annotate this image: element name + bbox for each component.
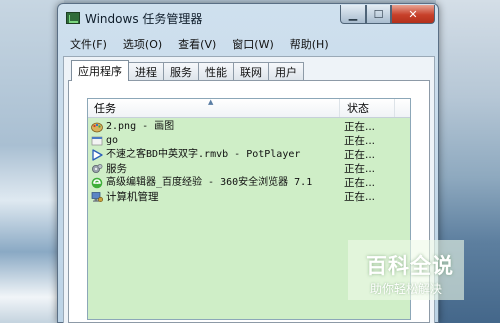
computer-management-icon [91, 191, 103, 203]
column-header-status[interactable]: 状态 [341, 99, 395, 117]
paint-icon [91, 121, 103, 133]
task-name: 2.png - 画图 [106, 121, 175, 132]
window-title: Windows 任务管理器 [85, 12, 203, 26]
sort-ascending-icon: ▲ [208, 98, 214, 106]
column-header-task[interactable]: 任务 ▲ [88, 98, 340, 117]
play-icon [91, 149, 103, 161]
list-header: 任务 ▲ 状态 [88, 98, 410, 118]
table-row[interactable]: 服务 正在... [88, 162, 410, 176]
menu-window[interactable]: 窗口(W) [232, 36, 273, 52]
task-status: 正在... [344, 135, 376, 147]
column-status-label: 状态 [347, 102, 369, 115]
task-rows: 2.png - 画图 正在... go 正在... 不速之客BD中英双字.rmv… [88, 120, 410, 204]
go-icon [91, 135, 103, 147]
task-name: 服务 [106, 163, 127, 175]
services-icon [91, 163, 103, 175]
desktop-wallpaper-left [0, 0, 64, 323]
close-button[interactable]: ✕ [391, 5, 435, 24]
task-name: 不速之客BD中英双字.rmvb - PotPlayer [106, 149, 301, 160]
tab-processes[interactable]: 进程 [128, 62, 164, 81]
task-status: 正在... [344, 163, 376, 175]
tab-services[interactable]: 服务 [163, 62, 199, 81]
table-row[interactable]: 计算机管理 正在... [88, 190, 410, 204]
menu-view[interactable]: 查看(V) [178, 36, 216, 52]
table-row[interactable]: 2.png - 画图 正在... [88, 120, 410, 134]
task-manager-icon [66, 12, 80, 24]
menu-options[interactable]: 选项(O) [123, 36, 162, 52]
task-status: 正在... [344, 191, 376, 203]
column-task-label: 任务 [94, 102, 116, 115]
menu-help[interactable]: 帮助(H) [290, 36, 329, 52]
minimize-button[interactable]: ▁ [340, 5, 366, 24]
browser-360-icon [91, 177, 103, 189]
tab-strip: 应用程序 进程 服务 性能 联网 用户 [71, 60, 304, 81]
maximize-button[interactable]: ☐ [366, 5, 391, 24]
task-status: 正在... [344, 177, 376, 189]
watermark-subtitle: 助你轻松解决 [370, 282, 443, 296]
menu-file[interactable]: 文件(F) [70, 36, 107, 52]
task-name: go [106, 135, 119, 146]
menu-bar: 文件(F) 选项(O) 查看(V) 窗口(W) 帮助(H) [63, 34, 435, 54]
task-name: 高级编辑器_百度经验 - 360安全浏览器 7.1 [106, 177, 313, 188]
task-name: 计算机管理 [106, 191, 159, 203]
task-status: 正在... [344, 121, 376, 133]
tab-users[interactable]: 用户 [268, 62, 304, 81]
watermark: 百科全说 助你轻松解决 [348, 240, 464, 300]
tab-performance[interactable]: 性能 [198, 62, 234, 81]
table-row[interactable]: go 正在... [88, 134, 410, 148]
watermark-title: 百科全说 [366, 254, 454, 278]
tab-applications[interactable]: 应用程序 [71, 60, 129, 81]
title-bar[interactable]: Windows 任务管理器 ▁ ☐ ✕ [58, 4, 438, 32]
tab-networking[interactable]: 联网 [233, 62, 269, 81]
table-row[interactable]: 不速之客BD中英双字.rmvb - PotPlayer 正在... [88, 148, 410, 162]
table-row[interactable]: 高级编辑器_百度经验 - 360安全浏览器 7.1 正在... [88, 176, 410, 190]
task-status: 正在... [344, 149, 376, 161]
